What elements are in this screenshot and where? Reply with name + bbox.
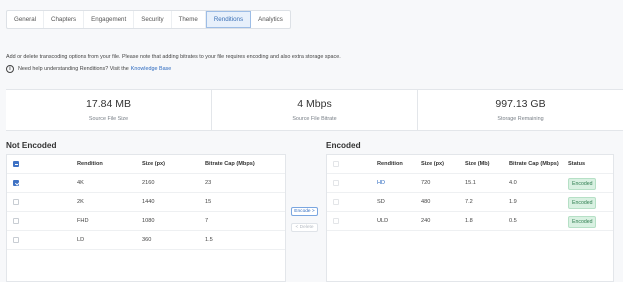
select-all-checkbox[interactable] — [333, 161, 339, 167]
row-checkbox[interactable] — [13, 199, 19, 205]
cell-bitrate: 15 — [205, 199, 212, 205]
tab-theme[interactable]: Theme — [172, 11, 206, 28]
table-row[interactable]: ULD 240 1.8 0.5 Encoded — [327, 212, 613, 231]
col-status: Status — [568, 161, 586, 167]
row-checkbox[interactable] — [333, 180, 339, 186]
table-row[interactable]: SD 480 7.2 1.9 Encoded — [327, 193, 613, 212]
select-all-checkbox[interactable] — [13, 161, 19, 167]
cell-size: 2160 — [142, 180, 155, 186]
col-rendition: Rendition — [377, 161, 403, 167]
tab-security[interactable]: Security — [134, 11, 172, 28]
cell-size: 480 — [421, 199, 431, 205]
cell-size-mb: 7.2 — [465, 199, 473, 205]
table-row[interactable]: HD 720 15.1 4.0 Encoded — [327, 174, 613, 193]
stat-label: Source File Size — [88, 116, 129, 122]
renditions-page: General Chapters Engagement Security The… — [0, 0, 623, 282]
row-checkbox[interactable] — [13, 180, 19, 186]
cell-bitrate: 7 — [205, 218, 209, 224]
cell-bitrate: 1.5 — [205, 237, 213, 243]
table-row[interactable]: 2K 1440 15 — [7, 193, 285, 212]
tab-engagement[interactable]: Engagement — [84, 11, 135, 28]
cell-rendition: 4K — [77, 180, 84, 186]
cell-rendition: ULD — [377, 218, 389, 224]
cell-size: 1440 — [142, 199, 155, 205]
stat-value: 997.13 GB — [495, 98, 546, 110]
row-checkbox[interactable] — [333, 199, 339, 205]
knowledge-base-link[interactable]: Knowledge Base — [131, 66, 171, 72]
cell-rendition: LD — [77, 237, 85, 243]
tab-general[interactable]: General — [7, 11, 45, 28]
cell-rendition: FHD — [77, 218, 89, 224]
status-badge: Encoded — [568, 178, 597, 190]
cell-size: 1080 — [142, 218, 155, 224]
col-bitrate-cap: Bitrate Cap (Mbps) — [205, 161, 255, 167]
table-header: Rendition Size (px) Size (Mb) Bitrate Ca… — [327, 155, 613, 174]
cell-bitrate: 0.5 — [509, 218, 517, 224]
tab-renditions[interactable]: Renditions — [205, 11, 252, 28]
help-text: Need help understanding Renditions? Visi… — [18, 66, 129, 72]
encode-button[interactable]: Encode > — [291, 207, 318, 216]
cell-size: 240 — [421, 218, 431, 224]
tab-analytics[interactable]: Analytics — [251, 11, 290, 28]
tab-chapters[interactable]: Chapters — [44, 11, 85, 28]
status-badge: Encoded — [568, 216, 597, 228]
stat-source-file-size: 17.84 MB Source File Size — [6, 90, 212, 130]
cell-rendition: HD — [377, 180, 386, 186]
cell-size-mb: 15.1 — [465, 180, 476, 186]
stat-storage-remaining: 997.13 GB Storage Remaining — [418, 90, 623, 130]
row-checkbox[interactable] — [13, 237, 19, 243]
col-bitrate-cap: Bitrate Cap (Mbps) — [509, 161, 559, 167]
row-checkbox[interactable] — [13, 218, 19, 224]
not-encoded-panel: Rendition Size (px) Bitrate Cap (Mbps) 4… — [6, 154, 286, 282]
col-size-px: Size (px) — [142, 161, 166, 167]
tab-bar: General Chapters Engagement Security The… — [6, 10, 291, 29]
status-badge: Encoded — [568, 197, 597, 209]
col-rendition: Rendition — [77, 161, 103, 167]
cell-bitrate: 1.9 — [509, 199, 517, 205]
row-checkbox[interactable] — [333, 218, 339, 224]
cell-size: 360 — [142, 237, 152, 243]
cell-size-mb: 1.8 — [465, 218, 473, 224]
encoded-title: Encoded — [326, 141, 361, 150]
encoded-panel: Rendition Size (px) Size (Mb) Bitrate Ca… — [326, 154, 614, 282]
table-row[interactable]: LD 360 1.5 — [7, 231, 285, 250]
col-size-px: Size (px) — [421, 161, 445, 167]
stat-label: Source File Bitrate — [292, 116, 337, 122]
stat-value: 17.84 MB — [86, 98, 131, 110]
cell-rendition: SD — [377, 199, 385, 205]
cell-rendition: 2K — [77, 199, 84, 205]
table-row[interactable]: 4K 2160 23 — [7, 174, 285, 193]
cell-bitrate: 4.0 — [509, 180, 517, 186]
table-header: Rendition Size (px) Bitrate Cap (Mbps) — [7, 155, 285, 174]
help-row: i Need help understanding Renditions? Vi… — [6, 65, 171, 73]
delete-button[interactable]: < Delete — [291, 223, 318, 232]
stat-value: 4 Mbps — [297, 98, 332, 110]
file-stats: 17.84 MB Source File Size 4 Mbps Source … — [6, 89, 623, 131]
not-encoded-title: Not Encoded — [6, 141, 57, 150]
col-size-mb: Size (Mb) — [465, 161, 490, 167]
stat-source-file-bitrate: 4 Mbps Source File Bitrate — [212, 90, 418, 130]
stat-label: Storage Remaining — [497, 116, 544, 122]
cell-size: 720 — [421, 180, 431, 186]
table-row[interactable]: FHD 1080 7 — [7, 212, 285, 231]
cell-bitrate: 23 — [205, 180, 212, 186]
renditions-description: Add or delete transcoding options from y… — [6, 54, 341, 60]
info-icon: i — [6, 65, 14, 73]
